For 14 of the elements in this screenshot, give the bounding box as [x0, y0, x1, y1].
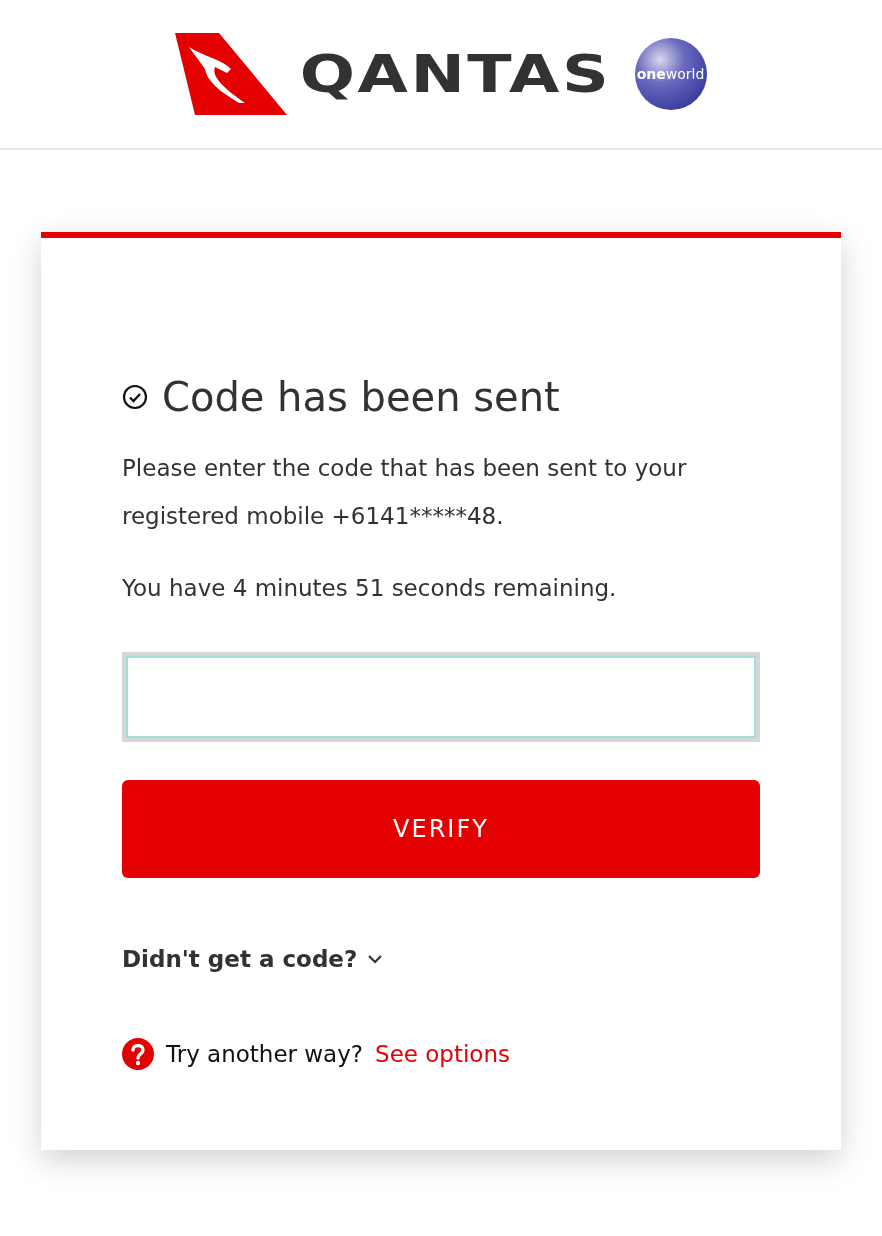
see-options-link[interactable]: See options	[375, 1041, 510, 1067]
instruction-text: Please enter the code that has been sent to your registered mobile +6141*****48.	[122, 454, 688, 531]
alliance-logo: oneworld	[634, 38, 707, 110]
no-code-toggle[interactable]: Didn't get a code?	[122, 946, 384, 972]
brand-wordmark: QANTAS	[300, 44, 612, 104]
code-input-field[interactable]	[122, 652, 760, 742]
help-icon	[122, 1038, 154, 1070]
check-circle-icon	[122, 384, 148, 410]
verify-button[interactable]: VERIFY	[122, 780, 760, 878]
help-text: Try another way?	[166, 1041, 364, 1067]
page-title: Code has been sent	[162, 374, 560, 420]
tail-logo-icon	[175, 33, 288, 115]
timer-text: You have 4 minutes 51 seconds remaining.	[122, 574, 618, 603]
chevron-icon	[367, 954, 384, 964]
